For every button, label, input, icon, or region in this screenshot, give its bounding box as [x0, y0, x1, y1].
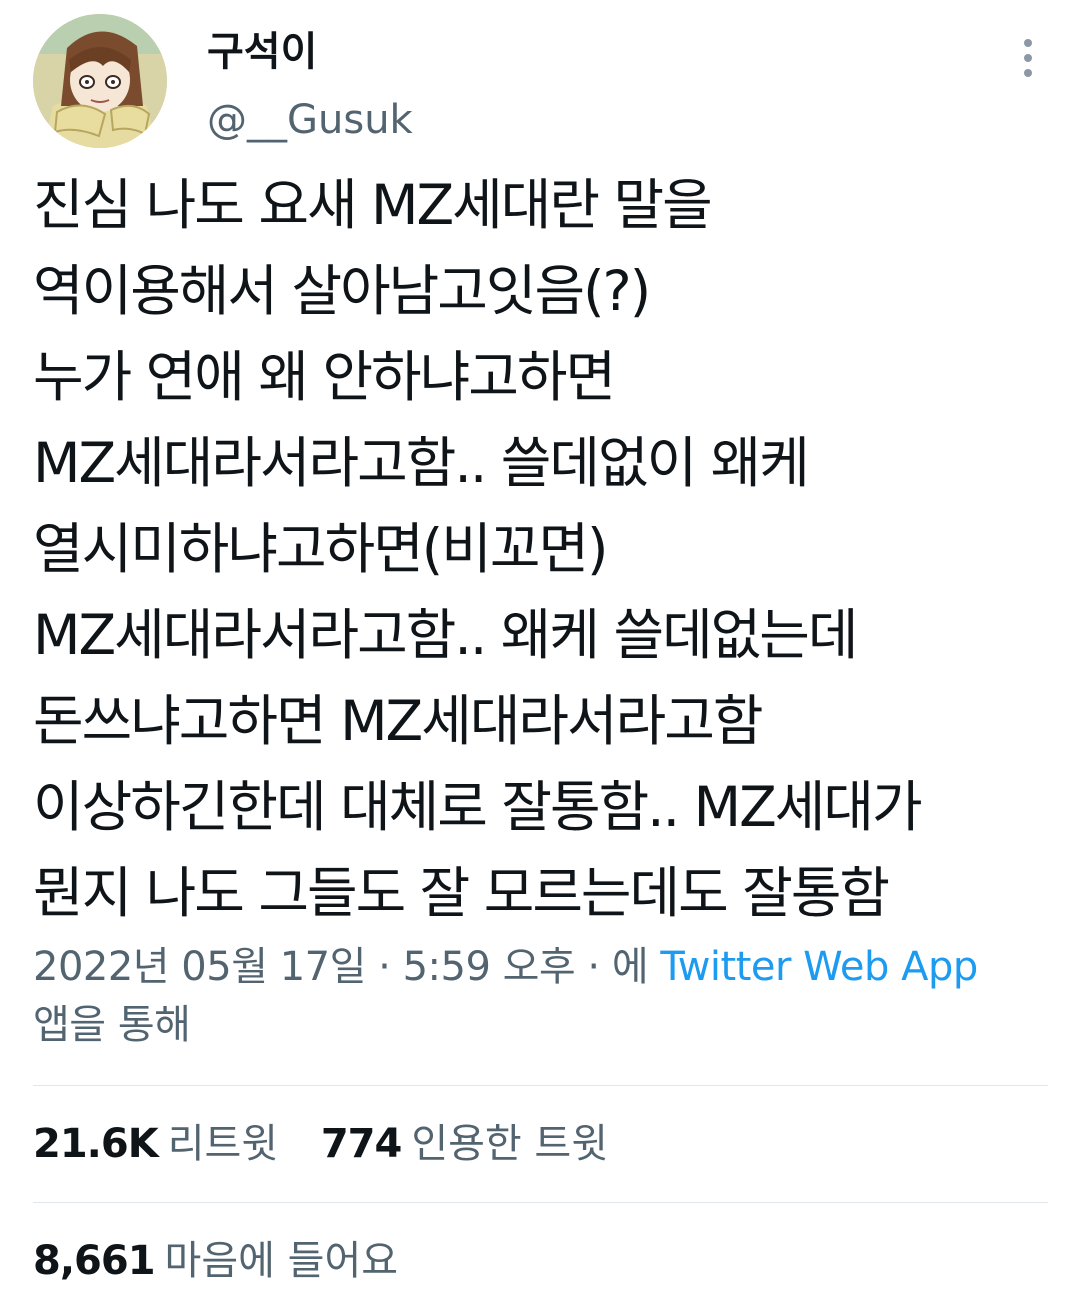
- retweets-count: 21.6K: [33, 1121, 159, 1167]
- divider: [33, 1202, 1048, 1203]
- tweet-line: 진심 나도 요새 MZ세대란 말을: [33, 173, 713, 237]
- tweet-line: 돈쓰냐고하면 MZ세대라서라고함: [33, 689, 763, 753]
- more-options-button[interactable]: [1006, 32, 1050, 84]
- tweet-source-link[interactable]: Twitter Web App: [660, 944, 978, 990]
- tweet-text: 진심 나도 요새 MZ세대란 말을 역이용해서 살아남고잇음(?) 누가 연애 …: [33, 162, 1063, 936]
- likes-stats-row: 8,661 마음에 들어요: [33, 1237, 428, 1285]
- divider: [33, 1085, 1048, 1086]
- anime-character-avatar-icon: [33, 14, 167, 148]
- tweet-line: MZ세대라서라고함.. 쓸데없이 왜케: [33, 431, 810, 495]
- more-vertical-icon: [1024, 39, 1032, 47]
- engagement-stats-row: 21.6K 리트윗 774 인용한 트윗: [33, 1120, 638, 1168]
- likes-count: 8,661: [33, 1238, 156, 1284]
- quotes-label: 인용한 트윗: [411, 1121, 609, 1167]
- quotes-count: 774: [320, 1121, 402, 1167]
- tweet-line: 뭔지 나도 그들도 잘 모르는데도 잘통함: [33, 861, 890, 925]
- avatar[interactable]: [33, 14, 167, 148]
- tweet-timestamp[interactable]: 2022년 05월 17일 · 5:59 오후 · 에: [33, 944, 649, 990]
- likes-stat[interactable]: 8,661 마음에 들어요: [33, 1237, 398, 1285]
- tweet-meta: 2022년 05월 17일 · 5:59 오후 · 에 Twitter Web …: [33, 938, 1053, 1054]
- author-display-name[interactable]: 구석이: [207, 28, 317, 76]
- more-vertical-icon-dot: [1024, 69, 1032, 77]
- likes-label: 마음에 들어요: [164, 1238, 399, 1284]
- retweets-label: 리트윗: [167, 1121, 279, 1167]
- quotes-stat[interactable]: 774 인용한 트윗: [321, 1120, 608, 1168]
- tweet-line: 역이용해서 살아남고잇음(?): [33, 259, 651, 323]
- retweets-stat[interactable]: 21.6K 리트윗: [33, 1120, 278, 1168]
- tweet-line: 열시미하냐고하면(비꼬면): [33, 517, 609, 581]
- tweet-source-suffix: 앱을 통해: [33, 1002, 191, 1048]
- tweet-line: MZ세대라서라고함.. 왜케 쓸데없는데: [33, 603, 858, 667]
- more-vertical-icon-dot: [1024, 54, 1032, 62]
- author-handle[interactable]: @__Gusuk: [207, 96, 413, 144]
- tweet-line: 누가 연애 왜 안하냐고하면: [33, 345, 616, 409]
- tweet-line: 이상하긴한데 대체로 잘통함.. MZ세대가: [33, 775, 923, 839]
